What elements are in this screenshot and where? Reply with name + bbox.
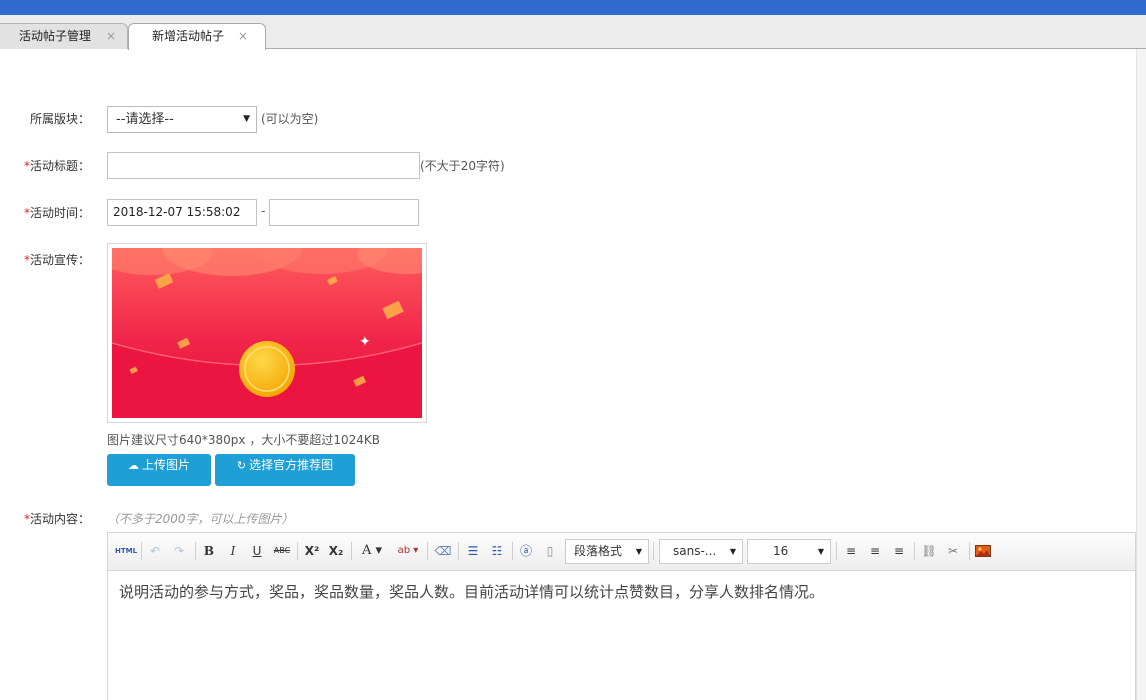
subscript-icon[interactable]: X₂: [326, 542, 346, 560]
font-family-dropdown[interactable]: sans-... ▼: [659, 539, 743, 564]
toolbar-separator: [141, 542, 142, 560]
italic-icon[interactable]: I: [224, 542, 242, 560]
rich-text-editor[interactable]: HTML ↶ ↷ B I U ABC X² X₂ A ▾ ab ▾ ⌫ ☰ ☷ …: [107, 532, 1136, 700]
toolbar-separator: [969, 542, 970, 560]
refresh-icon: ↻: [236, 459, 247, 472]
align-center-icon[interactable]: ≡: [866, 542, 884, 560]
unlink-icon[interactable]: ✂: [944, 542, 962, 560]
promo-label: *活动宣传：: [23, 253, 90, 267]
dropdown-arrow-icon: ▼: [729, 547, 736, 556]
toolbar-separator: [512, 542, 513, 560]
upload-image-button[interactable]: ☁ 上传图片: [107, 454, 211, 486]
align-right-icon[interactable]: ≡: [890, 542, 908, 560]
image-size-hint: 图片建议尺寸640*380px ，大小不要超过1024KB: [107, 433, 380, 447]
close-icon[interactable]: ×: [106, 24, 116, 49]
tab-label: 新增活动帖子: [152, 29, 225, 43]
page-break-icon[interactable]: ▯: [541, 542, 559, 560]
unordered-list-icon[interactable]: ☷: [487, 542, 507, 560]
insert-image-icon[interactable]: [974, 542, 992, 560]
ordered-list-icon[interactable]: ☰: [463, 542, 483, 560]
align-left-icon[interactable]: ≡: [842, 542, 860, 560]
time-separator: -: [261, 204, 266, 218]
image-glyph: [975, 545, 991, 557]
dropdown-arrow-icon: ▼: [817, 547, 824, 556]
upload-cloud-icon: ☁: [127, 459, 139, 472]
highlight-color-icon[interactable]: ab ▾: [393, 542, 423, 560]
undo-icon[interactable]: ↶: [146, 542, 164, 560]
svg-text:✦: ✦: [359, 334, 371, 350]
tab-activity-post-management[interactable]: 活动帖子管理 ×: [0, 23, 128, 49]
dropdown-arrow-icon: ▼: [243, 114, 250, 124]
close-icon[interactable]: ×: [238, 24, 248, 49]
anchor-icon[interactable]: ⓐ: [517, 542, 535, 560]
tab-label: 活动帖子管理: [19, 29, 92, 43]
content-label: *活动内容：: [23, 512, 90, 526]
dropdown-arrow-icon: ▼: [635, 547, 642, 556]
redo-icon[interactable]: ↷: [170, 542, 188, 560]
editor-content[interactable]: 说明活动的参与方式，奖品，奖品数量，奖品人数。目前活动详情可以统计点赞数目，分享…: [119, 581, 824, 602]
section-select-value: --请选择--: [116, 112, 174, 127]
superscript-icon[interactable]: X²: [302, 542, 322, 560]
red-envelope-banner-image: ✦: [112, 248, 422, 418]
font-size-dropdown[interactable]: 16 ▼: [747, 539, 831, 564]
start-time-input[interactable]: 2018-12-07 15:58:02: [107, 199, 257, 226]
toolbar-separator: [836, 542, 837, 560]
bold-icon[interactable]: B: [200, 542, 218, 560]
tab-bar: 活动帖子管理 × 新增活动帖子 ×: [0, 15, 1146, 50]
toolbar-separator: [458, 542, 459, 560]
font-color-icon[interactable]: A ▾: [357, 542, 387, 560]
promo-image-frame[interactable]: ✦: [107, 243, 427, 423]
choose-recommended-image-button[interactable]: ↻ 选择官方推荐图: [215, 454, 355, 486]
link-icon[interactable]: ⛓: [920, 542, 938, 560]
strikethrough-icon[interactable]: ABC: [271, 542, 293, 560]
section-label: 所属版块：: [29, 112, 90, 126]
underline-icon[interactable]: U: [248, 542, 266, 560]
section-select[interactable]: --请选择-- ▼: [107, 106, 257, 133]
html-source-icon[interactable]: HTML: [115, 542, 137, 560]
title-hint: (不大于20字符): [420, 159, 505, 173]
toolbar-separator: [351, 542, 352, 560]
toolbar-separator: [297, 542, 298, 560]
toolbar-separator: [653, 542, 654, 560]
content-hint: （不多于2000字，可以上传图片）: [107, 512, 294, 526]
paragraph-format-dropdown[interactable]: 段落格式 ▼: [565, 539, 649, 564]
toolbar-separator: [914, 542, 915, 560]
section-hint: (可以为空): [261, 112, 319, 126]
tab-new-activity-post[interactable]: 新增活动帖子 ×: [128, 23, 266, 50]
page-scrollbar[interactable]: [1136, 49, 1146, 700]
activity-title-input[interactable]: [107, 152, 420, 179]
toolbar-separator: [427, 542, 428, 560]
time-label: *活动时间：: [23, 206, 90, 220]
toolbar-separator: [195, 542, 196, 560]
editor-toolbar: HTML ↶ ↷ B I U ABC X² X₂ A ▾ ab ▾ ⌫ ☰ ☷ …: [108, 533, 1135, 571]
title-label: *活动标题：: [23, 159, 90, 173]
app-top-bar: [0, 0, 1146, 15]
end-time-input[interactable]: [269, 199, 419, 226]
eraser-icon[interactable]: ⌫: [433, 542, 453, 560]
